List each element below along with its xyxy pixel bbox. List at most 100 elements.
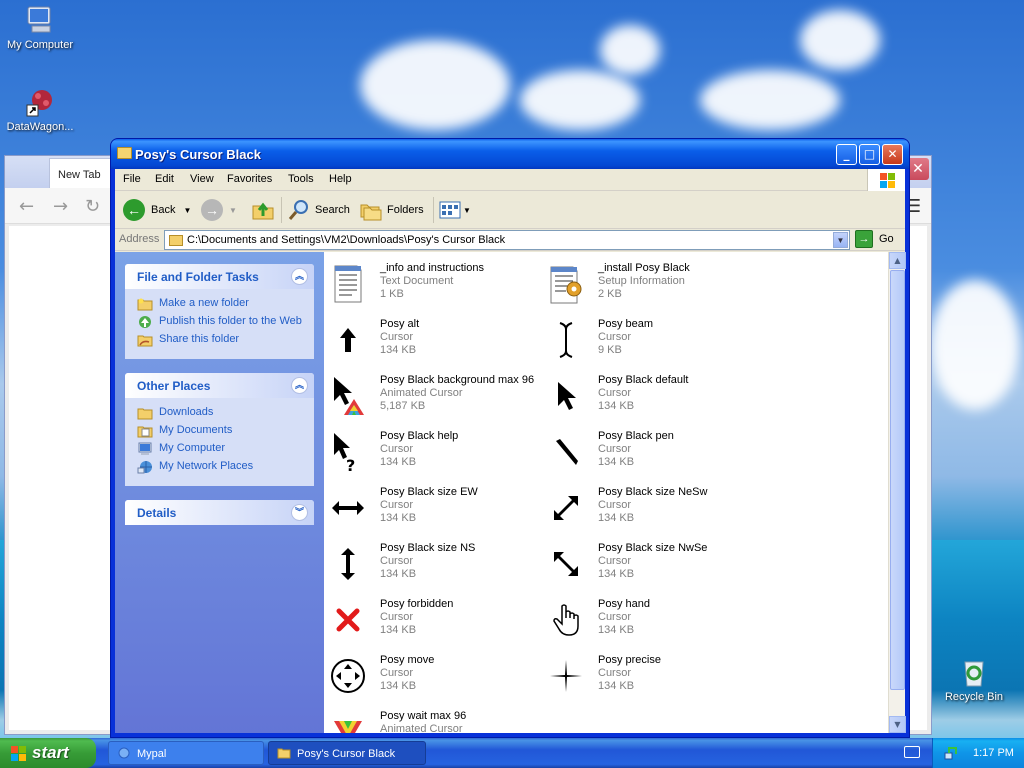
scroll-down-icon[interactable]: ▼ — [889, 716, 906, 733]
folder-icon — [137, 408, 153, 420]
back-button[interactable]: ← Back ▼ — [123, 197, 191, 223]
svg-text:?: ? — [346, 456, 355, 473]
file-item[interactable]: Posy precise Cursor 134 KB — [542, 650, 760, 702]
scroll-up-icon[interactable]: ▲ — [889, 252, 906, 269]
share-folder-icon — [137, 335, 153, 347]
chevron-down-icon[interactable]: ︾ — [291, 504, 308, 521]
back-arrow-icon: ← — [123, 199, 145, 221]
panel-header[interactable]: File and Folder Tasks ︽ — [125, 264, 314, 289]
taskbar-item-mypal[interactable]: Mypal — [108, 741, 264, 765]
chevron-up-icon[interactable]: ︽ — [291, 377, 308, 394]
file-item[interactable]: Posy wait max 96 Animated Cursor — [324, 706, 542, 733]
taskbar: start Mypal Posy's Cursor Black 1:17 PM — [0, 738, 1024, 768]
go-arrow-icon: → — [855, 230, 873, 248]
go-button[interactable]: → Go — [855, 230, 894, 248]
place-my-network-places[interactable]: My Network Places — [137, 460, 304, 474]
file-item[interactable]: Posy Black pen Cursor 134 KB — [542, 426, 760, 478]
mypal-icon — [118, 747, 130, 759]
taskbar-item-label: Mypal — [137, 748, 167, 760]
file-item[interactable]: Posy move Cursor 134 KB — [324, 650, 542, 702]
file-folder-tasks-panel: File and Folder Tasks ︽ Make a new folde… — [125, 264, 314, 359]
file-size: 1 KB — [380, 288, 404, 300]
file-item[interactable]: Posy Black size EW Cursor 134 KB — [324, 482, 542, 534]
file-type: Cursor — [380, 331, 414, 343]
minimize-button[interactable]: _ — [836, 144, 857, 165]
keyboard-icon[interactable] — [904, 746, 920, 758]
task-label: Make a new folder — [159, 297, 249, 309]
vertical-scrollbar[interactable]: ▲ ▼ — [888, 252, 906, 733]
file-type: Animated Cursor — [380, 387, 463, 399]
file-item[interactable]: Posy Black size NeSw Cursor 134 KB — [542, 482, 760, 534]
address-dropdown-icon[interactable]: ▼ — [833, 232, 848, 248]
file-item[interactable]: Posy Black size NwSe Cursor 134 KB — [542, 538, 760, 590]
scroll-thumb[interactable] — [890, 270, 905, 690]
place-label: My Documents — [159, 424, 233, 436]
browser-tab-label: New Tab — [58, 169, 101, 181]
file-item[interactable]: Posy forbidden Cursor 134 KB — [324, 594, 542, 646]
system-tray: 1:17 PM — [932, 738, 1024, 768]
search-button[interactable]: Search — [287, 197, 350, 223]
browser-reload-icon[interactable]: ↻ — [85, 196, 100, 217]
file-item[interactable]: _install Posy Black Setup Information 2 … — [542, 258, 760, 310]
file-item[interactable]: Posy alt Cursor 134 KB — [324, 314, 542, 366]
file-name: _info and instructions — [380, 262, 484, 274]
desktop-icon-datawagon[interactable]: DataWagon... — [0, 86, 80, 133]
up-folder-button[interactable] — [251, 197, 275, 223]
my-documents-icon — [137, 426, 153, 438]
window-body: File Edit View Favorites Tools Help ← Ba… — [115, 169, 906, 733]
taskbar-item-explorer[interactable]: Posy's Cursor Black — [268, 741, 426, 765]
file-type: Cursor — [598, 611, 632, 623]
browser-back-icon[interactable]: ← — [19, 196, 34, 217]
clock: 1:17 PM — [973, 747, 1014, 759]
maximize-button[interactable]: □ — [859, 144, 880, 165]
file-item[interactable]: _info and instructions Text Document 1 K… — [324, 258, 542, 310]
pointer-icon — [546, 374, 586, 418]
chevron-up-icon[interactable]: ︽ — [291, 268, 308, 285]
panel-header[interactable]: Details ︾ — [125, 500, 314, 525]
network-icon[interactable] — [943, 745, 959, 761]
file-item[interactable]: Posy Black size NS Cursor 134 KB — [324, 538, 542, 590]
views-button[interactable]: ▼ — [439, 197, 471, 223]
desktop-icon-recycle-bin[interactable]: Recycle Bin — [934, 656, 1014, 703]
menu-file[interactable]: File — [123, 173, 141, 185]
task-make-new-folder[interactable]: Make a new folder — [137, 297, 304, 311]
browser-close-icon[interactable]: ✕ — [907, 158, 929, 180]
file-item[interactable]: Posy beam Cursor 9 KB — [542, 314, 760, 366]
file-item[interactable]: Posy hand Cursor 134 KB — [542, 594, 760, 646]
menu-help[interactable]: Help — [329, 173, 352, 185]
forward-button[interactable]: → ▼ — [201, 197, 237, 223]
close-button[interactable]: ✕ — [882, 144, 903, 165]
desktop-icon-my-computer[interactable]: My Computer — [0, 4, 80, 51]
file-name: Posy Black size EW — [380, 486, 478, 498]
place-downloads[interactable]: Downloads — [137, 406, 304, 420]
menu-edit[interactable]: Edit — [155, 173, 174, 185]
task-share-folder[interactable]: Share this folder — [137, 333, 304, 347]
file-item[interactable]: ? Posy Black help Cursor 134 KB — [324, 426, 542, 478]
panel-header[interactable]: Other Places ︽ — [125, 373, 314, 398]
task-publish-folder[interactable]: Publish this folder to the Web — [137, 315, 304, 329]
file-size: 134 KB — [598, 456, 635, 468]
file-type: Cursor — [598, 443, 632, 455]
browser-forward-icon[interactable]: → — [53, 196, 68, 217]
wait-icon — [328, 710, 368, 733]
place-my-documents[interactable]: My Documents — [137, 424, 304, 438]
address-input[interactable]: C:\Documents and Settings\VM2\Downloads\… — [164, 230, 850, 250]
address-value: C:\Documents and Settings\VM2\Downloads\… — [187, 234, 506, 246]
menu-view[interactable]: View — [190, 173, 214, 185]
start-button[interactable]: start — [0, 738, 96, 768]
menu-favorites[interactable]: Favorites — [227, 173, 272, 185]
menu-tools[interactable]: Tools — [288, 173, 314, 185]
title-bar[interactable]: Posy's Cursor Black _ □ ✕ — [111, 139, 909, 169]
file-size: 134 KB — [380, 680, 417, 692]
forward-arrow-icon: → — [201, 199, 223, 221]
explorer-window[interactable]: Posy's Cursor Black _ □ ✕ File Edit View… — [111, 139, 909, 737]
file-item[interactable]: Posy Black background max 96 Animated Cu… — [324, 370, 542, 422]
task-pane: File and Folder Tasks ︽ Make a new folde… — [115, 252, 324, 733]
file-item[interactable]: Posy Black default Cursor 134 KB — [542, 370, 760, 422]
folders-button[interactable]: Folders — [359, 197, 424, 223]
file-type: Cursor — [598, 387, 632, 399]
search-label: Search — [315, 204, 350, 216]
place-my-computer[interactable]: My Computer — [137, 442, 304, 456]
computer-icon — [24, 4, 56, 36]
pointer-help-icon: ? — [328, 430, 368, 474]
